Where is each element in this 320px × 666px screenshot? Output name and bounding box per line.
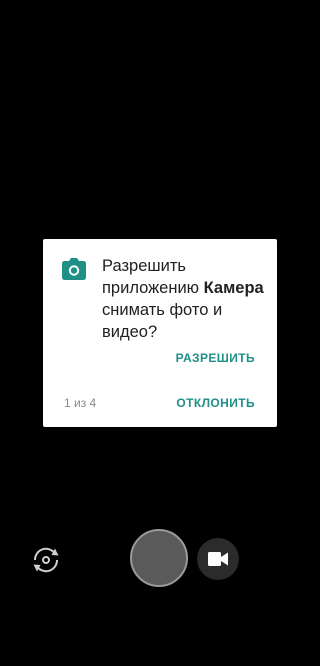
- permission-message: Разрешить приложению Камера снимать фото…: [102, 255, 272, 343]
- switch-camera-button[interactable]: [28, 542, 64, 578]
- message-prefix: Разрешить приложению: [102, 257, 204, 297]
- deny-button[interactable]: ОТКЛОНИТЬ: [176, 396, 255, 410]
- message-suffix: снимать фото и видео?: [102, 301, 223, 341]
- allow-button[interactable]: РАЗРЕШИТЬ: [176, 351, 255, 365]
- shutter-button[interactable]: [130, 529, 188, 587]
- video-camera-icon: [208, 552, 228, 566]
- app-name: Камера: [203, 279, 264, 297]
- permission-counter: 1 из 4: [64, 396, 97, 410]
- camera-icon: [62, 258, 86, 280]
- video-mode-button[interactable]: [197, 538, 239, 580]
- switch-camera-icon: [33, 547, 59, 573]
- permission-dialog: Разрешить приложению Камера снимать фото…: [43, 239, 277, 427]
- camera-viewfinder: Разрешить приложению Камера снимать фото…: [0, 0, 320, 666]
